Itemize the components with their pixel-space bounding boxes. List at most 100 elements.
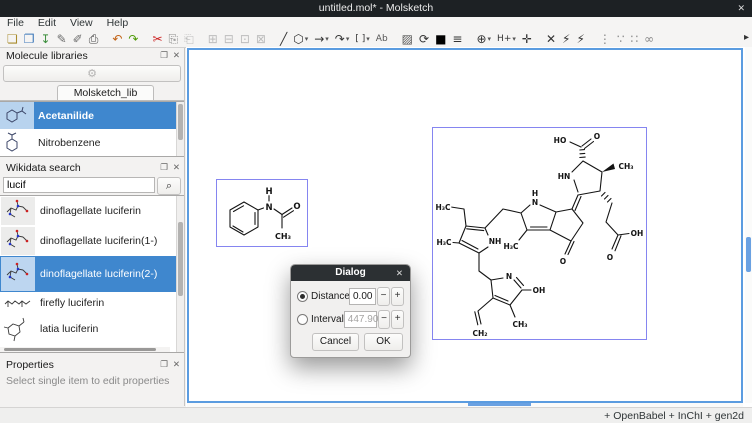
wikidata-hscrollbar[interactable]	[0, 347, 170, 352]
bracket-tool[interactable]: [ ]▾	[353, 31, 371, 47]
text-tool[interactable]: Ab	[374, 31, 390, 47]
wikidata-scrollbar[interactable]	[176, 196, 184, 352]
scrollbar-thumb[interactable]	[4, 348, 156, 351]
save-as-button[interactable]: ✎	[55, 31, 69, 47]
save-button-icon: ↧	[41, 31, 51, 47]
library-scrollbar[interactable]	[176, 102, 184, 156]
copy-button[interactable]: ⎘	[167, 31, 181, 47]
rotate-tool[interactable]: ⟳	[417, 31, 431, 47]
menu-file[interactable]: File	[0, 17, 31, 30]
cancel-button[interactable]: Cancel	[312, 333, 359, 351]
wikidata-item-0[interactable]: dinoflagellate luciferin	[0, 196, 184, 226]
undo-button[interactable]: ↶	[110, 31, 124, 47]
canvas-vscrollbar[interactable]	[745, 47, 752, 403]
cut-button[interactable]: ✂	[150, 31, 164, 47]
library-item-0[interactable]: Acetanilide	[0, 102, 184, 129]
distance-label: Distance	[311, 291, 349, 302]
print-button[interactable]: ⎙	[87, 31, 101, 47]
close-panel-icon[interactable]: ✕	[173, 163, 180, 173]
menu-help[interactable]: Help	[100, 17, 136, 30]
ring-tool[interactable]: ⬡▾	[291, 31, 310, 47]
align-tool-2[interactable]: ∵	[615, 31, 627, 47]
interval-increment-button[interactable]: +	[391, 310, 404, 329]
libraries-panel-title: Molecule libraries	[6, 50, 155, 62]
interval-radio[interactable]	[297, 314, 308, 325]
dropdown-arrow-icon[interactable]: ▾	[325, 35, 329, 43]
wikidata-item-2[interactable]: dinoflagellate luciferin(2-)	[0, 256, 184, 292]
charge-tool[interactable]: ⊕▾	[474, 31, 493, 47]
new-file-button[interactable]: ❏	[5, 31, 20, 47]
dropdown-arrow-icon[interactable]: ▾	[305, 35, 309, 43]
close-panel-icon[interactable]: ✕	[173, 51, 180, 61]
search-button[interactable]: ⌕	[157, 177, 181, 195]
search-input[interactable]	[3, 177, 155, 193]
save-button[interactable]: ↧	[39, 31, 53, 47]
close-panel-icon[interactable]: ✕	[173, 360, 180, 370]
zoom-reset-button[interactable]: ⊡	[238, 31, 252, 47]
scrollbar-thumb[interactable]	[178, 222, 183, 296]
atom-label: H₃C	[436, 238, 452, 247]
ok-button[interactable]: OK	[364, 333, 403, 351]
line-width-button[interactable]: ≡	[450, 31, 464, 47]
dialog-close-icon[interactable]: ✕	[396, 265, 403, 281]
drawing-canvas[interactable]: H N O CH₃	[187, 48, 743, 403]
dropdown-arrow-icon[interactable]: ▾	[488, 35, 492, 43]
distance-value-input[interactable]: 0.00	[349, 288, 376, 305]
scrollbar-thumb[interactable]	[178, 104, 183, 140]
align-tool-3[interactable]: ∷	[629, 31, 641, 47]
draw-bond-tool[interactable]: ╱	[278, 31, 289, 47]
dropdown-arrow-icon[interactable]: ▾	[346, 35, 350, 43]
wikidata-item-3[interactable]: firefly luciferin	[0, 292, 184, 314]
float-panel-icon[interactable]: ❐	[160, 51, 168, 61]
dialog-title-bar[interactable]: Dialog ✕	[291, 265, 410, 281]
menu-view[interactable]: View	[63, 17, 100, 30]
redo-button[interactable]: ↷	[126, 31, 140, 47]
mask-tool[interactable]: ▨	[400, 31, 415, 47]
color-swatch-button[interactable]: ■	[433, 31, 448, 47]
wikidata-item-4[interactable]: latia luciferin	[0, 314, 184, 344]
hydrogen-tool[interactable]: H+▾	[495, 31, 518, 47]
zoom-fit-button[interactable]: ⊠	[254, 31, 268, 47]
reaction-arrow-tool[interactable]: →▾	[312, 31, 331, 47]
scrollbar-thumb[interactable]	[746, 237, 751, 272]
refresh-libraries-button[interactable]: ⚙	[3, 65, 181, 82]
align-tool-1-icon: ⋮	[599, 31, 611, 47]
zoom-in-button[interactable]: ⊞	[206, 31, 220, 47]
tab-molsketch-lib[interactable]: Molsketch_lib	[57, 85, 154, 100]
connect-tool[interactable]: ✛	[520, 31, 534, 47]
clean-structure-tool[interactable]: ⚡	[574, 31, 586, 47]
delete-tool[interactable]: ✕	[544, 31, 558, 47]
library-item-label: Nitrobenzene	[38, 137, 100, 149]
export-button[interactable]: ✐	[71, 31, 85, 47]
dropdown-arrow-icon[interactable]: ▾	[512, 35, 516, 43]
mechanism-arrow-tool[interactable]: ↷▾	[333, 31, 352, 47]
distance-radio[interactable]	[297, 291, 308, 302]
charge-tool-icon: ⊕	[476, 31, 486, 47]
hydrogen-tool-icon: H+	[497, 31, 511, 47]
paste-button-icon: ⎗	[184, 31, 194, 47]
align-tool-1[interactable]: ⋮	[597, 31, 613, 47]
float-panel-icon[interactable]: ❐	[160, 360, 168, 370]
float-panel-icon[interactable]: ❐	[160, 163, 168, 173]
optimize-structure-tool[interactable]: ⚡	[560, 31, 572, 47]
molecule-thumbnail	[0, 129, 34, 156]
interval-value-input[interactable]: 447.90	[344, 311, 377, 328]
open-file-button[interactable]: ❐	[22, 31, 37, 47]
interval-decrement-button[interactable]: −	[378, 310, 391, 329]
align-tool-4[interactable]: ∞	[642, 31, 656, 47]
paste-button[interactable]: ⎗	[182, 31, 196, 47]
molecule-luciferin[interactable]: HO O CH₃ HN H₃C H N H₃C NH H₃C O OH O N …	[432, 127, 647, 340]
wikidata-item-1[interactable]: dinoflagellate luciferin(1-)	[0, 226, 184, 256]
menu-edit[interactable]: Edit	[31, 17, 63, 30]
scrollbar-thumb[interactable]	[468, 403, 531, 406]
window-close-icon[interactable]: ✕	[737, 0, 745, 17]
toolbar-overflow-icon[interactable]: ▸	[744, 32, 749, 43]
distance-decrement-button[interactable]: −	[377, 287, 390, 306]
dropdown-arrow-icon[interactable]: ▾	[366, 35, 370, 43]
zoom-out-button[interactable]: ⊟	[222, 31, 236, 47]
library-item-1[interactable]: Nitrobenzene	[0, 129, 184, 156]
molecule-acetanilide[interactable]: H N O CH₃	[216, 179, 308, 247]
optimize-structure-tool-icon: ⚡	[562, 31, 570, 47]
dialog-window[interactable]: Dialog ✕ Distance 0.00 − + Interval 447.…	[290, 264, 411, 358]
distance-increment-button[interactable]: +	[391, 287, 404, 306]
